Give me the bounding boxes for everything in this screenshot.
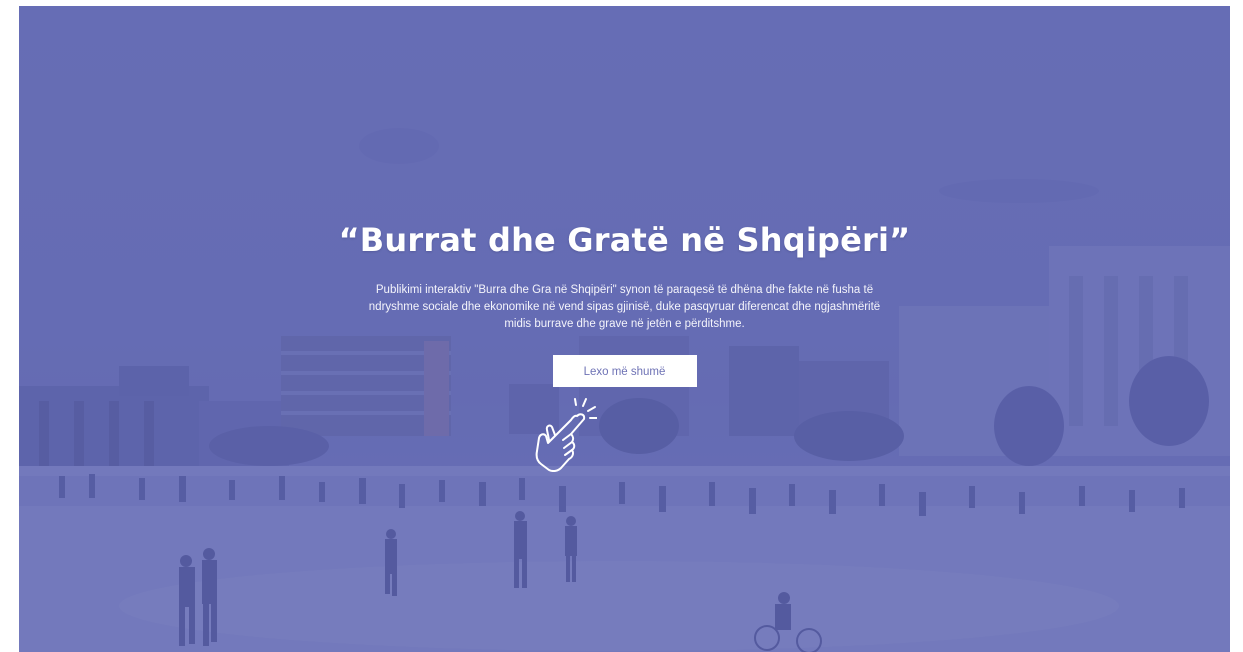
hero-content: “Burrat dhe Gratë në Shqipëri” Publikimi…	[19, 218, 1230, 387]
read-more-button[interactable]: Lexo më shumë	[552, 355, 697, 387]
hero-section: “Burrat dhe Gratë në Shqipëri” Publikimi…	[19, 6, 1230, 652]
hero-description: Publikimi interaktiv "Burra dhe Gra në S…	[368, 284, 881, 330]
tap-hand-icon	[535, 398, 597, 472]
hero-title: “Burrat dhe Gratë në Shqipëri”	[338, 221, 911, 259]
